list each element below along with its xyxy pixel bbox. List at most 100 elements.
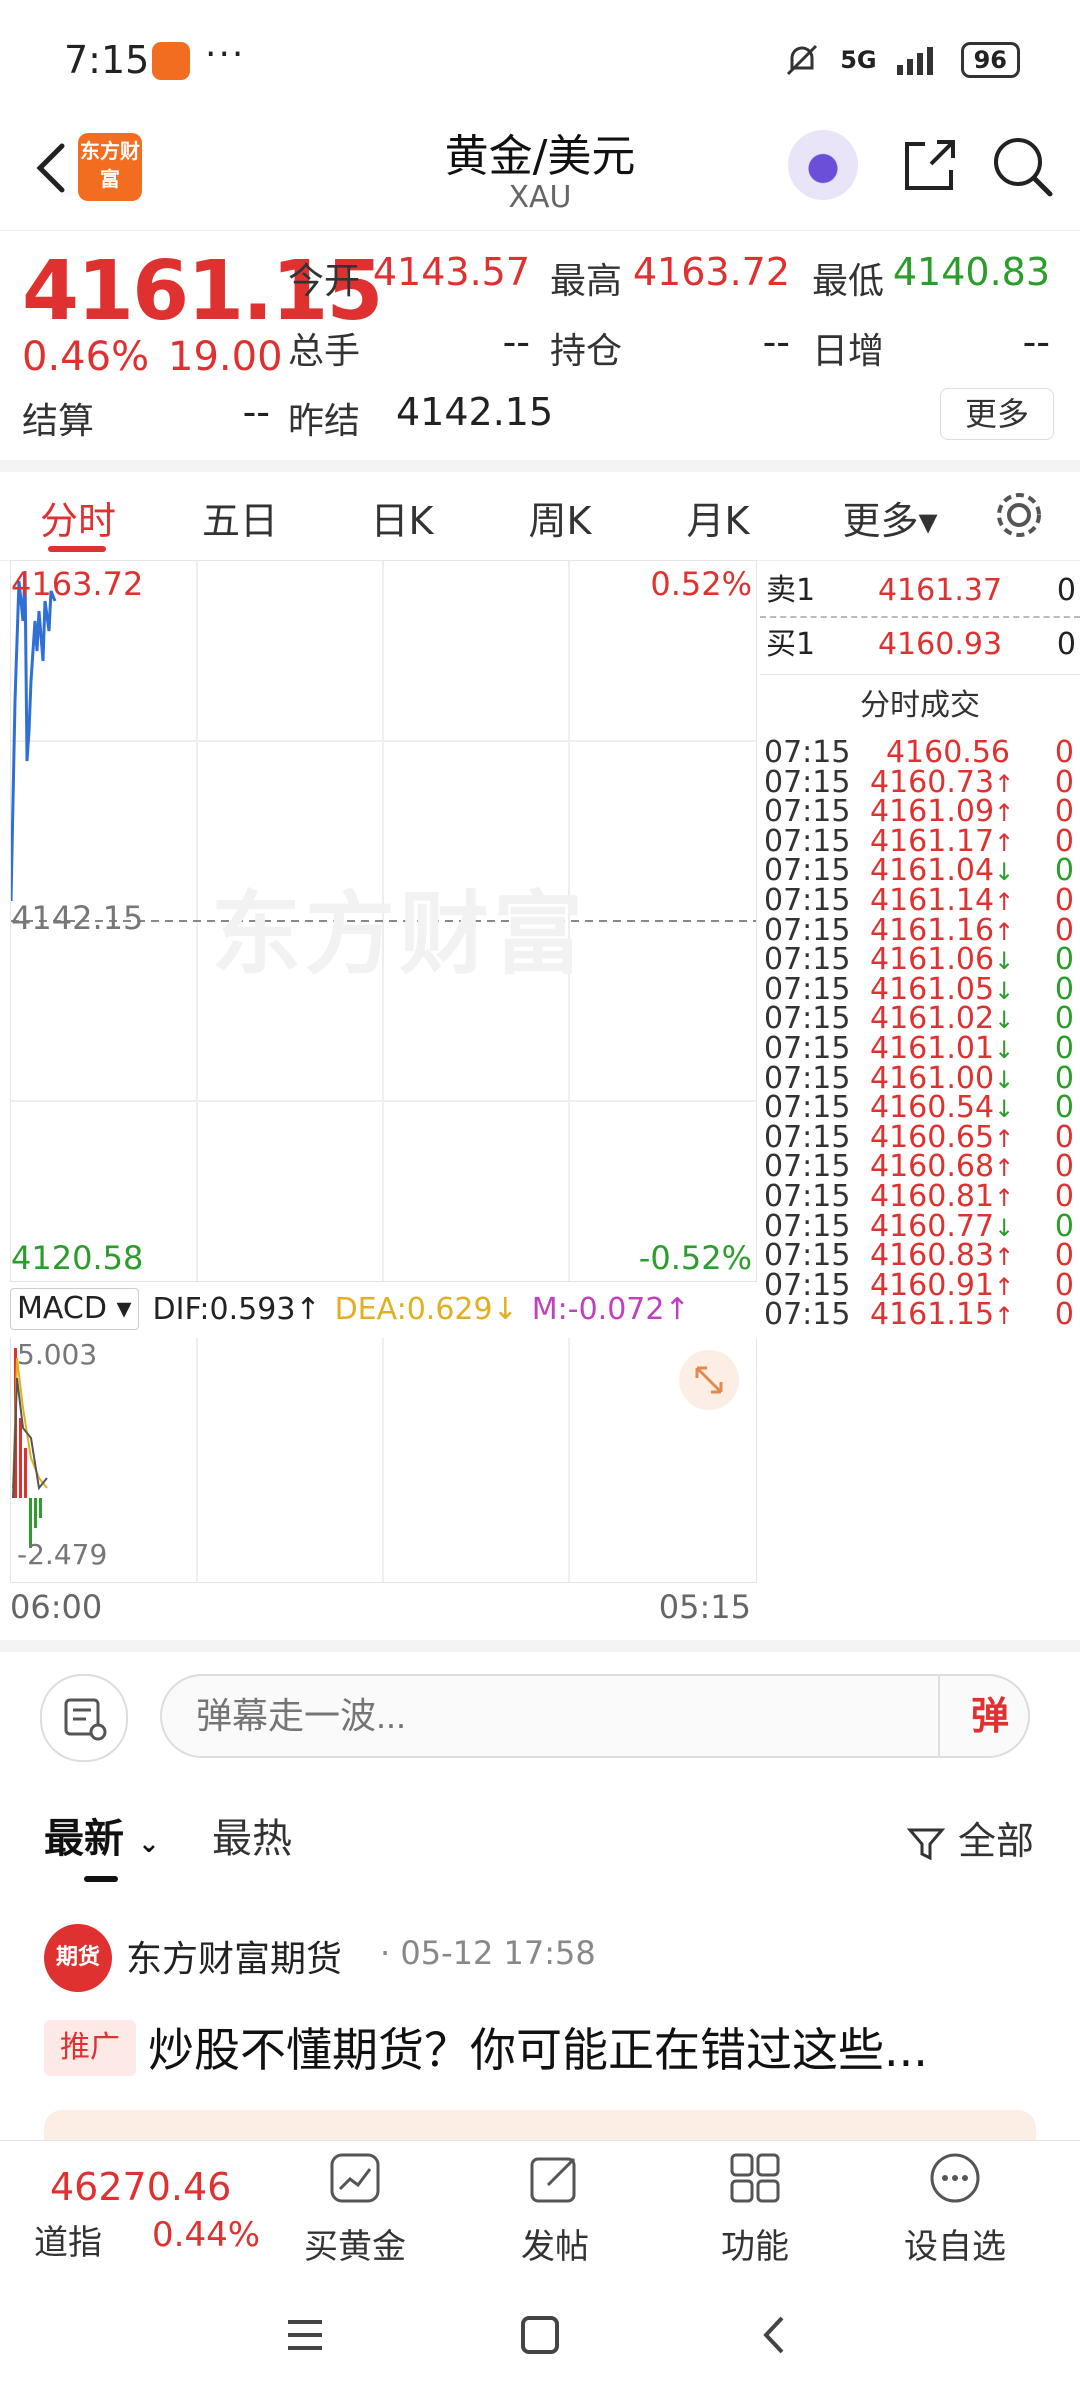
tab-daily-k[interactable]: 日K [352,490,452,545]
position-value: -- [762,320,790,364]
functions-button[interactable]: 功能 [680,2151,830,2268]
post-date: · 05-12 17:58 [380,1934,596,1972]
ask-label: 卖1 [766,573,816,608]
order-book: 卖1 4161.37 0 买1 4160.93 0 分时成交 07:15 4160… [760,560,1080,1640]
post-button[interactable]: 发帖 [480,2151,630,2268]
page-title: 黄金/美元 [444,131,636,182]
ask-volume: 0 [1056,573,1076,608]
post-author[interactable]: 东方财富期货 [126,1930,342,1982]
bottom-toolbar: 46270.46 道指 0.44% 买黄金 发帖 功能 设自选 [0,2140,1080,2271]
status-overflow: ··· [205,34,246,75]
share-icon[interactable] [895,130,965,200]
avatar[interactable]: 期货 [44,1924,112,1992]
tab-more[interactable]: 更多▾ [830,490,950,545]
volume-value: -- [502,320,530,364]
index-change[interactable]: 0.44% [152,2215,260,2255]
tab-five-day[interactable]: 五日 [190,490,290,545]
trade-chart-icon [330,2153,380,2203]
mute-bell-icon [787,44,818,76]
search-icon[interactable] [988,132,1056,200]
promo-badge: 推广 [44,2020,136,2076]
bid-row: 买1 4160.93 0 [760,622,1080,667]
system-nav-bar [0,2270,1080,2400]
prev-settle-value: 4142.15 [396,390,554,434]
feed-tabs: 最新 ⌄ 最热 全部 [0,1780,1080,1890]
back-icon[interactable] [750,2310,800,2360]
macd-top-label: 5.003 [17,1338,98,1371]
indicator-selector-label: MACD [17,1291,107,1326]
gear-icon[interactable] [988,484,1050,546]
add-watchlist-button[interactable]: 设自选 [880,2151,1030,2268]
low-value: 4140.83 [892,250,1050,294]
comment-bar: 弹 [0,1640,1080,1772]
trade-volume: 0 [1054,1297,1074,1333]
prev-settle-label: 昨结 [288,401,361,442]
macd-grid [12,1338,570,1582]
edit-icon [530,2157,576,2203]
functions-label: 功能 [721,2227,789,2267]
chevron-down-icon: ⌄ [137,1829,160,1859]
daily-increase-label: 日增 [812,331,885,372]
notification-app-icon [152,42,190,80]
bid-volume: 0 [1056,627,1076,662]
high-label: 最高 [550,261,623,302]
tab-weekly-k[interactable]: 周K [510,490,610,545]
m-value: M:-0.072↑ [531,1291,690,1327]
dea-value: DEA:0.629↓ [334,1291,518,1327]
dif-value: DIF:0.593↑ [152,1291,321,1327]
macd-legend: MACD ▾ DIF:0.593↑ DEA:0.629↓ M:-0.072↑ [10,1280,755,1338]
assistant-robot-icon[interactable] [788,130,858,200]
buy-gold-button[interactable]: 买黄金 [280,2151,430,2268]
comment-settings-icon[interactable] [40,1674,128,1762]
battery-indicator: 96 [960,42,1020,78]
volume-label: 总手 [288,331,361,372]
book-divider [760,616,1080,618]
index-name[interactable]: 道指 [34,2215,102,2264]
filter-button[interactable]: 全部 [906,1810,1034,1865]
time-axis: 06:00 05:15 [10,1588,755,1626]
post-title[interactable]: 炒股不懂期货？你可能正在错过这些... [148,2014,928,2080]
filter-label: 全部 [957,1819,1034,1863]
add-watchlist-label: 设自选 [904,2227,1006,2267]
book-separator [760,674,1080,675]
trade-row: 07:15 4161.15↑ 0 [760,1292,1080,1337]
settle-label: 结算 [22,401,95,442]
intraday-chart[interactable]: 东方财富 4163.72 0.52% 4142.15 4120.58 -0.52… [10,560,757,1282]
grid-icon [730,2153,780,2203]
settle-value: -- [242,390,270,434]
back-arrow-icon[interactable] [22,128,82,208]
indicator-selector[interactable]: MACD ▾ [10,1288,139,1330]
trade-time: 07:15 [764,1297,851,1333]
post-label: 发帖 [521,2227,589,2267]
tab-monthly-k[interactable]: 月K [668,490,768,545]
tab-latest[interactable]: 最新 ⌄ [44,1806,160,1864]
macd-chart[interactable]: 5.003 -2.479 [10,1338,757,1583]
expand-icon[interactable] [679,1350,739,1410]
open-label: 今开 [288,261,361,302]
tab-hot[interactable]: 最热 [212,1806,292,1864]
chart-watermark: 东方财富 [211,882,587,987]
active-tab-indicator [48,546,106,552]
page-header: 东方财富 黄金/美元 XAU [0,120,1080,231]
ask-price: 4161.37 [877,573,1003,608]
post-card[interactable]: 期货 东方财富期货 · 05-12 17:58 推广 炒股不懂期货？你可能正在错… [0,1910,1080,2150]
danmu-input[interactable] [160,1674,1030,1758]
index-value[interactable]: 46270.46 [50,2165,231,2209]
menu-icon[interactable] [280,2310,330,2360]
network-label: 5G [840,46,877,74]
quote-panel: 4161.15 0.46% 19.00 今开 4143.57 最高 4163.7… [0,230,1080,472]
tab-intraday[interactable]: 分时 [36,490,120,545]
change-percent: 0.46% [22,334,150,380]
chart-low-label: 4120.58 [11,1239,144,1277]
high-value: 4163.72 [632,250,790,294]
filter-icon [906,1828,946,1860]
position-label: 持仓 [550,331,623,372]
time-axis-start: 06:00 [10,1588,103,1626]
app-logo: 东方财富 [78,133,142,201]
more-dots-icon [930,2153,980,2203]
chart-high-label: 4163.72 [11,565,144,603]
more-quote-button[interactable]: 更多 [940,388,1054,440]
status-bar: 7:15 ··· 5G 96 [0,0,1080,120]
home-icon[interactable] [515,2310,565,2360]
danmu-button[interactable]: 弹 [938,1674,1040,1758]
